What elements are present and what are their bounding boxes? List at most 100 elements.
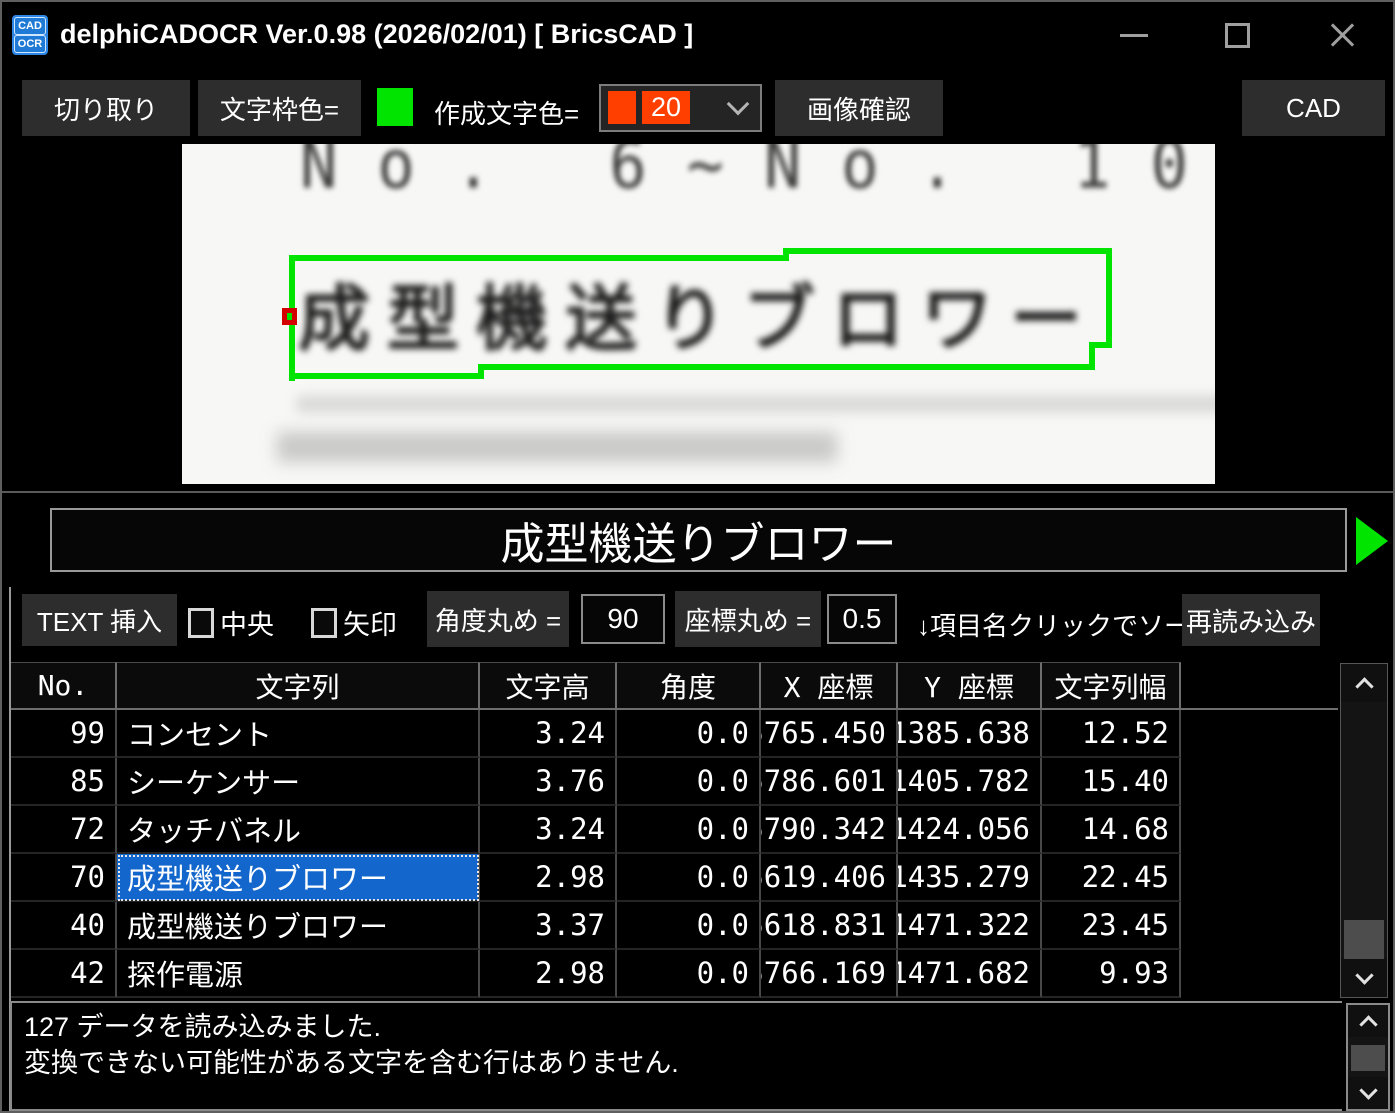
column-header[interactable]: 文字列幅	[1042, 662, 1181, 708]
table-cell[interactable]: 0.0	[617, 758, 761, 806]
table-scrollbar[interactable]	[1340, 663, 1388, 998]
image-check-button[interactable]: 画像確認	[775, 80, 943, 136]
play-icon	[1356, 517, 1388, 565]
status-scrollbar[interactable]	[1346, 1003, 1390, 1111]
selected-cell[interactable]: 成型機送りブロワー	[117, 854, 480, 902]
table-cell[interactable]: 12.52	[1042, 710, 1181, 758]
table-row[interactable]: 42探作電源2.980.05766.1691471.6829.93	[11, 950, 1338, 998]
column-header[interactable]: Y 座標	[898, 662, 1042, 708]
table-cell[interactable]: 3.24	[480, 710, 617, 758]
header-filler	[1181, 662, 1338, 708]
table-cell[interactable]: 85	[11, 758, 117, 806]
table-cell[interactable]: 1385.638	[898, 710, 1042, 758]
table-cell[interactable]: 5765.450	[761, 710, 898, 758]
apply-button[interactable]	[1354, 516, 1390, 566]
table-row[interactable]: 70成型機送りブロワー2.980.05619.4061435.27922.45	[11, 854, 1338, 902]
table-cell[interactable]: 99	[11, 710, 117, 758]
text-color-combo[interactable]: 20	[599, 84, 762, 132]
table-cell[interactable]: 15.40	[1042, 758, 1181, 806]
table-cell[interactable]: 5790.342	[761, 806, 898, 854]
maximize-icon	[1225, 23, 1250, 48]
table-cell[interactable]: 5619.406	[761, 854, 898, 902]
scrollbar-thumb[interactable]	[1351, 1045, 1385, 1071]
table-cell[interactable]: 1435.279	[898, 854, 1042, 902]
text-color-value: 20	[642, 91, 690, 124]
column-header[interactable]: 角度	[617, 662, 761, 708]
table-cell[interactable]: 1424.056	[898, 806, 1042, 854]
scroll-up-button[interactable]	[1348, 1005, 1388, 1037]
text-insert-button[interactable]: TEXT 挿入	[22, 594, 177, 646]
maximize-button[interactable]	[1207, 12, 1267, 58]
center-checkbox[interactable]: 中央	[188, 603, 274, 642]
coord-round-input[interactable]	[827, 594, 897, 644]
table-cell[interactable]: 1471.322	[898, 902, 1042, 950]
grip-marker[interactable]	[282, 308, 297, 325]
column-header[interactable]: X 座標	[761, 662, 898, 708]
table-cell[interactable]: 3.76	[480, 758, 617, 806]
scan-text-line1: No. 6~No. 10	[300, 144, 1215, 204]
table-cell[interactable]: 0.0	[617, 710, 761, 758]
table-cell[interactable]: 5766.169	[761, 950, 898, 998]
table-cell[interactable]: 5618.831	[761, 902, 898, 950]
frame-color-swatch[interactable]	[377, 88, 413, 126]
table-cell[interactable]: 9.93	[1042, 950, 1181, 998]
table-cell[interactable]: 1405.782	[898, 758, 1042, 806]
column-header[interactable]: 文字列	[117, 662, 480, 708]
minimize-button[interactable]	[1104, 12, 1164, 58]
table-cell[interactable]: 70	[11, 854, 117, 902]
chevron-down-icon	[1359, 1081, 1377, 1099]
table-cell[interactable]: 3.37	[480, 902, 617, 950]
cad-button[interactable]: CAD	[1242, 80, 1385, 136]
scrollbar-thumb[interactable]	[1344, 920, 1384, 964]
table-cell[interactable]: 22.45	[1042, 854, 1181, 902]
table-cell[interactable]: 14.68	[1042, 806, 1181, 854]
scroll-down-button[interactable]	[1341, 959, 1387, 997]
scan-preview-image: No. 6~No. 10 成型機送りブロワー	[182, 144, 1215, 484]
frame-color-button[interactable]: 文字枠色=	[198, 80, 361, 136]
table-row[interactable]: 72タッチバネル3.240.05790.3421424.05614.68	[11, 806, 1338, 854]
table-cell[interactable]: タッチバネル	[117, 806, 480, 854]
checkbox-icon	[188, 608, 214, 638]
table-cell[interactable]: 成型機送りブロワー	[117, 902, 480, 950]
table-row[interactable]: 99コンセント3.240.05765.4501385.63812.52	[11, 710, 1338, 758]
table-cell[interactable]: 72	[11, 806, 117, 854]
table-cell[interactable]: 0.0	[617, 806, 761, 854]
table-cell[interactable]: 0.0	[617, 854, 761, 902]
coord-round-label: 座標丸め =	[675, 591, 821, 647]
scroll-down-button[interactable]	[1348, 1077, 1388, 1109]
results-table: No.文字列文字高角度X 座標Y 座標文字列幅 99コンセント3.240.057…	[11, 662, 1338, 998]
scan-ghost-smudge	[277, 432, 837, 462]
arrow-checkbox[interactable]: 矢印	[311, 603, 397, 642]
table-cell[interactable]: 23.45	[1042, 902, 1181, 950]
center-checkbox-label: 中央	[220, 603, 274, 642]
table-cell[interactable]: 2.98	[480, 854, 617, 902]
scroll-up-button[interactable]	[1341, 664, 1387, 702]
table-cell[interactable]: 1471.682	[898, 950, 1042, 998]
row-filler	[1181, 806, 1338, 854]
table-cell[interactable]: 0.0	[617, 902, 761, 950]
close-button[interactable]	[1312, 12, 1372, 58]
angle-round-input[interactable]	[581, 594, 665, 644]
table-cell[interactable]: 40	[11, 902, 117, 950]
table-cell[interactable]: 42	[11, 950, 117, 998]
row-filler	[1181, 758, 1338, 806]
reload-button[interactable]: 再読み込み	[1182, 594, 1320, 646]
ocr-text-field[interactable]	[50, 508, 1347, 572]
table-row[interactable]: 85シーケンサー3.760.05786.6011405.78215.40	[11, 758, 1338, 806]
table-header: No.文字列文字高角度X 座標Y 座標文字列幅	[11, 662, 1338, 710]
table-cell[interactable]: コンセント	[117, 710, 480, 758]
ocr-box-edge	[1106, 248, 1112, 348]
column-header[interactable]: No.	[11, 662, 117, 708]
table-cell[interactable]: シーケンサー	[117, 758, 480, 806]
table-cell[interactable]: 2.98	[480, 950, 617, 998]
table-row[interactable]: 40成型機送りブロワー3.370.05618.8311471.32223.45	[11, 902, 1338, 950]
chevron-down-icon	[1355, 966, 1373, 984]
app-icon-ocr-label: OCR	[14, 35, 46, 53]
column-header[interactable]: 文字高	[480, 662, 617, 708]
table-cell[interactable]: 5786.601	[761, 758, 898, 806]
cut-button[interactable]: 切り取り	[22, 80, 190, 136]
table-cell[interactable]: 0.0	[617, 950, 761, 998]
table-cell[interactable]: 探作電源	[117, 950, 480, 998]
table-cell[interactable]: 3.24	[480, 806, 617, 854]
ocr-box-edge	[289, 255, 789, 261]
